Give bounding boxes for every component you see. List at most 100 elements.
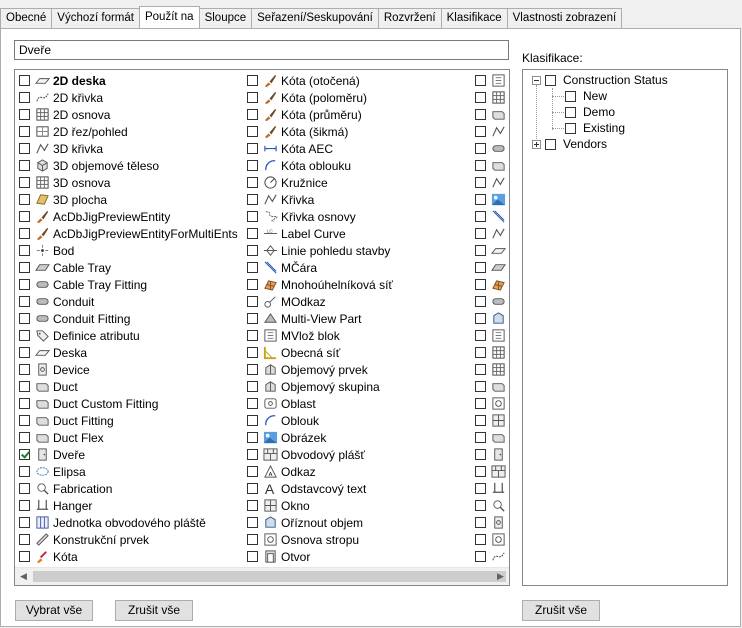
item-checkbox[interactable]	[247, 483, 258, 494]
list-item[interactable]: Kóta (průměru)	[243, 106, 362, 123]
tree-node[interactable]: Vendors	[532, 136, 607, 152]
item-checkbox[interactable]	[247, 551, 258, 562]
item-checkbox[interactable]	[19, 143, 30, 154]
item-checkbox[interactable]	[247, 398, 258, 409]
item-checkbox[interactable]	[19, 381, 30, 392]
list-item[interactable]: MČára	[243, 259, 317, 276]
list-item[interactable]	[471, 531, 509, 548]
list-item[interactable]: Jednotka obvodového pláště	[15, 514, 206, 531]
expand-icon[interactable]	[532, 139, 541, 149]
list-item[interactable]	[471, 157, 509, 174]
list-item[interactable]	[471, 89, 509, 106]
item-checkbox[interactable]	[247, 109, 258, 120]
list-item[interactable]: A Odstavcový text	[243, 480, 366, 497]
tree-child-node[interactable]: New	[565, 88, 607, 104]
item-checkbox[interactable]	[19, 228, 30, 239]
item-checkbox[interactable]	[19, 517, 30, 528]
list-item[interactable]	[471, 497, 509, 514]
list-item[interactable]: Oblast	[243, 395, 316, 412]
list-item[interactable]: Kóta (otočená)	[243, 72, 360, 89]
filter-input[interactable]: Dveře	[14, 40, 509, 60]
list-item[interactable]: Conduit	[15, 293, 94, 310]
list-item[interactable]: Kóta	[15, 548, 78, 565]
list-item[interactable]: Cable Tray	[15, 259, 111, 276]
item-checkbox[interactable]	[19, 483, 30, 494]
list-item[interactable]: 3D plocha	[15, 191, 107, 208]
list-item[interactable]: Multi-View Part	[243, 310, 361, 327]
tree-checkbox[interactable]	[565, 90, 576, 102]
item-checkbox[interactable]	[19, 313, 30, 324]
item-checkbox[interactable]	[247, 143, 258, 154]
list-item[interactable]	[471, 123, 509, 140]
list-item[interactable]: Duct Custom Fitting	[15, 395, 158, 412]
item-checkbox[interactable]	[19, 432, 30, 443]
list-item[interactable]	[471, 225, 509, 242]
object-type-list[interactable]: 2D deska 2D křivka 2D osnova 2D řez/pohled 3…	[14, 69, 510, 586]
list-item[interactable]: Kóta oblouku	[243, 157, 351, 174]
list-item[interactable]	[471, 310, 509, 327]
tab-4[interactable]: Sloupce	[198, 8, 253, 28]
list-item[interactable]: Osnova stropu	[243, 531, 359, 548]
item-checkbox[interactable]	[19, 211, 30, 222]
tab-7[interactable]: Klasifikace	[440, 8, 508, 28]
item-checkbox[interactable]	[247, 500, 258, 511]
tree-node[interactable]: Construction Status	[532, 72, 668, 88]
item-checkbox[interactable]	[19, 364, 30, 375]
list-item[interactable]: Mnohoúhelníková síť	[243, 276, 393, 293]
list-item[interactable]: Objemový skupina	[243, 378, 380, 395]
list-item[interactable]: Dveře	[15, 446, 85, 463]
item-checkbox[interactable]	[475, 517, 486, 528]
item-checkbox[interactable]	[475, 228, 486, 239]
item-checkbox[interactable]	[475, 262, 486, 273]
item-checkbox[interactable]	[475, 347, 486, 358]
list-item[interactable]: Definice atributu	[15, 327, 140, 344]
list-item[interactable]: Duct Flex	[15, 429, 104, 446]
list-item[interactable]	[471, 72, 509, 89]
item-checkbox[interactable]	[475, 160, 486, 171]
scroll-thumb[interactable]	[33, 571, 506, 582]
list-item[interactable]: Okno	[243, 497, 310, 514]
item-checkbox[interactable]	[247, 415, 258, 426]
list-item[interactable]: Kóta (poloměru)	[243, 89, 367, 106]
list-item[interactable]	[471, 548, 509, 565]
list-item[interactable]: 2D osnova	[15, 106, 110, 123]
item-checkbox[interactable]	[247, 194, 258, 205]
list-item[interactable]	[471, 140, 509, 157]
list-item[interactable]	[471, 429, 509, 446]
list-item[interactable]: 2D řez/pohled	[15, 123, 128, 140]
item-checkbox[interactable]	[475, 109, 486, 120]
item-checkbox[interactable]	[475, 296, 486, 307]
list-item[interactable]: Obecná síť	[243, 344, 340, 361]
list-item[interactable]: Konstrukční prvek	[15, 531, 149, 548]
item-checkbox[interactable]	[19, 466, 30, 477]
item-checkbox[interactable]	[247, 160, 258, 171]
tree-child-node[interactable]: Demo	[565, 104, 615, 120]
list-item[interactable]: Kóta AEC	[243, 140, 333, 157]
list-item[interactable]	[471, 259, 509, 276]
list-item[interactable]: Kóta (šikmá)	[243, 123, 348, 140]
item-checkbox[interactable]	[475, 92, 486, 103]
item-checkbox[interactable]	[19, 194, 30, 205]
list-item[interactable]: Otvor	[243, 548, 310, 565]
list-item[interactable]	[471, 395, 509, 412]
list-item[interactable]: Oříznout objem	[243, 514, 363, 531]
item-checkbox[interactable]	[475, 398, 486, 409]
list-item[interactable]: Křivka osnovy	[243, 208, 356, 225]
scroll-right-icon[interactable]: ▶	[492, 568, 509, 585]
item-checkbox[interactable]	[247, 449, 258, 460]
list-item[interactable]	[471, 463, 509, 480]
list-item[interactable]: AcDbJigPreviewEntityForMultiEnts	[15, 225, 238, 242]
list-item[interactable]	[471, 191, 509, 208]
item-checkbox[interactable]	[247, 296, 258, 307]
tree-checkbox[interactable]	[565, 122, 576, 134]
item-checkbox[interactable]	[247, 381, 258, 392]
horizontal-scrollbar[interactable]: ◀ ▶	[15, 567, 509, 585]
list-item[interactable]	[471, 174, 509, 191]
list-item[interactable]	[471, 242, 509, 259]
list-item[interactable]: 2D deska	[15, 72, 106, 89]
item-checkbox[interactable]	[19, 398, 30, 409]
item-checkbox[interactable]	[475, 483, 486, 494]
list-item[interactable]: Deska	[15, 344, 87, 361]
item-checkbox[interactable]	[247, 534, 258, 545]
item-checkbox[interactable]	[19, 279, 30, 290]
